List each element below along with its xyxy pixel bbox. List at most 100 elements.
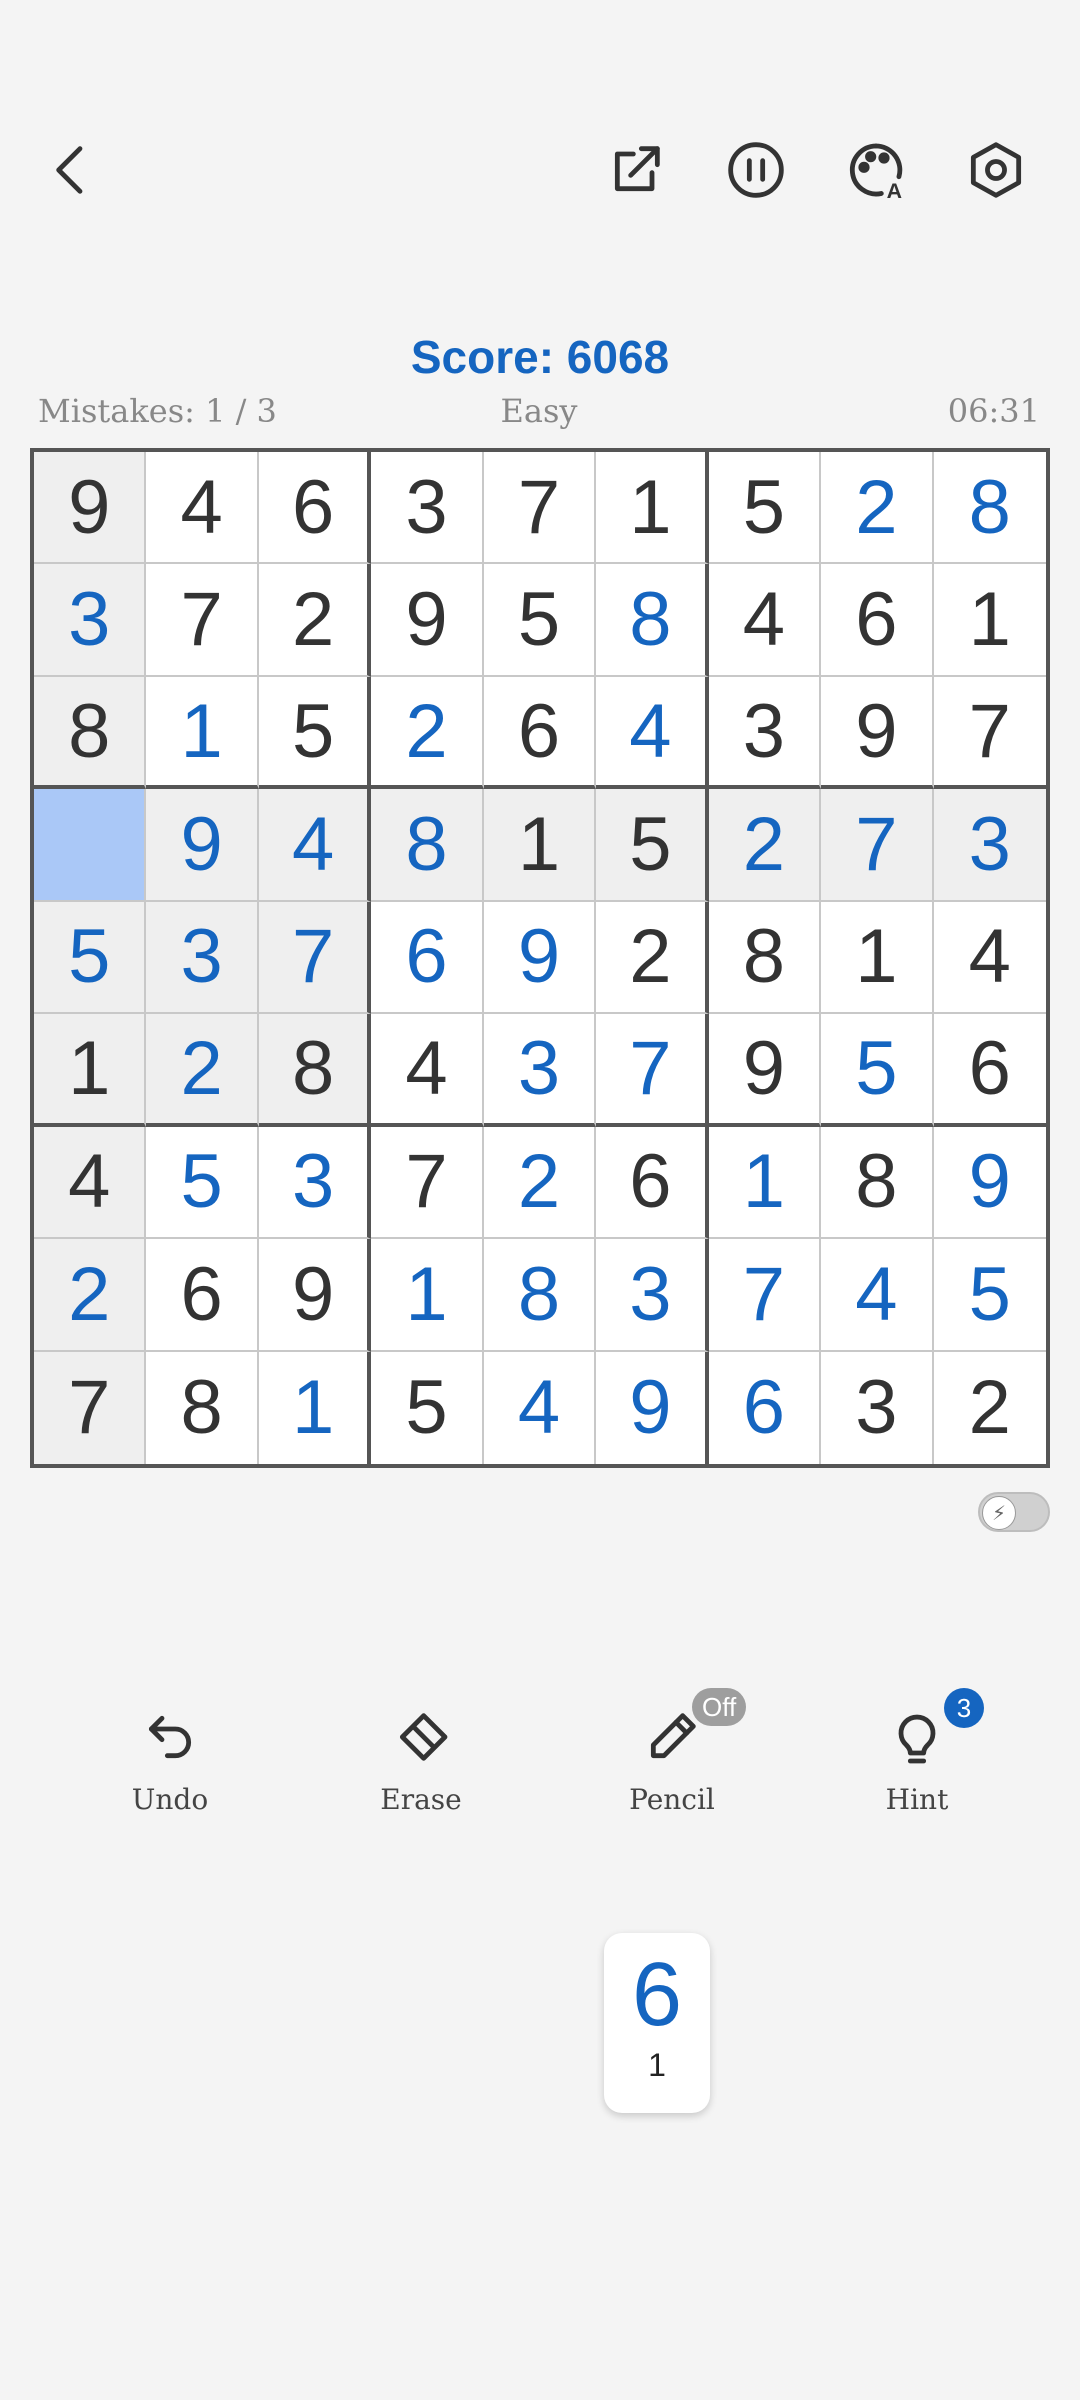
sudoku-cell-r6c7[interactable]: 9 — [708, 1014, 822, 1127]
sudoku-cell-r2c2[interactable]: 7 — [146, 564, 259, 677]
undo-button[interactable]: Undo — [90, 1705, 250, 1845]
theme-button[interactable]: A — [836, 130, 916, 210]
number-key-digit: 6 — [631, 1945, 683, 2045]
sudoku-cell-r8c8[interactable]: 4 — [821, 1239, 934, 1352]
sudoku-cell-r5c7[interactable]: 8 — [708, 901, 822, 1015]
sudoku-cell-r9c1[interactable]: 7 — [34, 1351, 147, 1464]
sudoku-cell-r5c5[interactable]: 9 — [483, 901, 597, 1015]
sudoku-cell-r6c3[interactable]: 8 — [258, 1014, 372, 1127]
sudoku-cell-r7c6[interactable]: 6 — [596, 1126, 709, 1240]
sudoku-cell-r9c7[interactable]: 6 — [708, 1351, 822, 1464]
sudoku-cell-r1c1[interactable]: 9 — [34, 452, 147, 565]
sudoku-cell-r8c1[interactable]: 2 — [34, 1239, 147, 1352]
sudoku-cell-r2c1[interactable]: 3 — [34, 564, 147, 677]
sudoku-cell-r7c8[interactable]: 8 — [821, 1126, 934, 1240]
sudoku-cell-r4c9[interactable]: 3 — [933, 789, 1046, 902]
sudoku-cell-r9c9[interactable]: 2 — [933, 1351, 1046, 1464]
sudoku-cell-r5c3[interactable]: 7 — [258, 901, 372, 1015]
sudoku-cell-r2c4[interactable]: 9 — [371, 564, 484, 677]
sudoku-cell-r8c2[interactable]: 6 — [146, 1239, 259, 1352]
undo-icon — [148, 1715, 192, 1759]
sudoku-cell-r6c9[interactable]: 6 — [933, 1014, 1046, 1127]
sudoku-cell-r3c6[interactable]: 4 — [596, 676, 709, 790]
sudoku-cell-r5c1[interactable]: 5 — [34, 901, 147, 1015]
sudoku-cell-r4c2[interactable]: 9 — [146, 789, 259, 902]
sudoku-cell-r6c8[interactable]: 5 — [821, 1014, 934, 1127]
hint-button[interactable]: Hint — [837, 1705, 997, 1845]
sudoku-cell-r5c6[interactable]: 2 — [596, 901, 709, 1015]
sudoku-cell-r3c9[interactable]: 7 — [933, 676, 1046, 790]
sudoku-cell-r7c9[interactable]: 9 — [933, 1126, 1046, 1240]
sudoku-cell-r7c5[interactable]: 2 — [483, 1126, 597, 1240]
sudoku-cell-r5c4[interactable]: 6 — [371, 901, 484, 1015]
sudoku-cell-r4c5[interactable]: 1 — [483, 789, 597, 902]
sudoku-cell-r2c8[interactable]: 6 — [821, 564, 934, 677]
sudoku-cell-r7c1[interactable]: 4 — [34, 1126, 147, 1240]
sudoku-cell-r5c8[interactable]: 1 — [821, 901, 934, 1015]
sudoku-cell-r3c1[interactable]: 8 — [34, 676, 147, 790]
sudoku-cell-r4c7[interactable]: 2 — [708, 789, 822, 902]
sudoku-cell-r2c5[interactable]: 5 — [483, 564, 597, 677]
sudoku-cell-r7c7[interactable]: 1 — [708, 1126, 822, 1240]
pause-button[interactable] — [716, 130, 796, 210]
sudoku-cell-r4c6[interactable]: 5 — [596, 789, 709, 902]
sudoku-cell-r2c3[interactable]: 2 — [258, 564, 372, 677]
number-key-6[interactable]: 6 1 — [604, 1933, 710, 2113]
share-button[interactable] — [596, 130, 676, 210]
sudoku-cell-r3c2[interactable]: 1 — [146, 676, 259, 790]
sudoku-cell-r1c4[interactable]: 3 — [371, 452, 484, 565]
sudoku-cell-r6c5[interactable]: 3 — [483, 1014, 597, 1127]
sudoku-cell-r1c2[interactable]: 4 — [146, 452, 259, 565]
settings-button[interactable] — [956, 130, 1036, 210]
lightbulb-icon — [898, 1714, 936, 1764]
sudoku-cell-r8c6[interactable]: 3 — [596, 1239, 709, 1352]
sudoku-cell-r8c5[interactable]: 8 — [483, 1239, 597, 1352]
sudoku-cell-r1c9[interactable]: 8 — [933, 452, 1046, 565]
sudoku-cell-r3c7[interactable]: 3 — [708, 676, 822, 790]
pause-circle-icon — [728, 142, 784, 198]
pencil-label: Pencil — [629, 1783, 715, 1816]
sudoku-cell-r3c5[interactable]: 6 — [483, 676, 597, 790]
sudoku-cell-r9c4[interactable]: 5 — [371, 1351, 484, 1464]
sudoku-cell-r7c3[interactable]: 3 — [258, 1126, 372, 1240]
sudoku-cell-r1c8[interactable]: 2 — [821, 452, 934, 565]
sudoku-cell-r2c9[interactable]: 1 — [933, 564, 1046, 677]
fast-mode-toggle[interactable]: ⚡ — [978, 1492, 1050, 1532]
sudoku-cell-r1c6[interactable]: 1 — [596, 452, 709, 565]
sudoku-cell-r9c3[interactable]: 1 — [258, 1351, 372, 1464]
sudoku-cell-r5c2[interactable]: 3 — [146, 901, 259, 1015]
sudoku-cell-r8c9[interactable]: 5 — [933, 1239, 1046, 1352]
sudoku-cell-r8c7[interactable]: 7 — [708, 1239, 822, 1352]
hint-count-badge: 3 — [944, 1688, 984, 1728]
sudoku-cell-r7c2[interactable]: 5 — [146, 1126, 259, 1240]
external-link-icon — [614, 146, 660, 192]
sudoku-cell-r4c8[interactable]: 7 — [821, 789, 934, 902]
sudoku-cell-r2c7[interactable]: 4 — [708, 564, 822, 677]
sudoku-cell-r5c9[interactable]: 4 — [933, 901, 1046, 1015]
sudoku-cell-r7c4[interactable]: 7 — [371, 1126, 484, 1240]
sudoku-cell-r8c4[interactable]: 1 — [371, 1239, 484, 1352]
sudoku-cell-r6c6[interactable]: 7 — [596, 1014, 709, 1127]
sudoku-cell-r9c2[interactable]: 8 — [146, 1351, 259, 1464]
sudoku-cell-r4c4[interactable]: 8 — [371, 789, 484, 902]
sudoku-cell-r3c8[interactable]: 9 — [821, 676, 934, 790]
sudoku-cell-r8c3[interactable]: 9 — [258, 1239, 372, 1352]
sudoku-cell-r2c6[interactable]: 8 — [596, 564, 709, 677]
sudoku-cell-r3c4[interactable]: 2 — [371, 676, 484, 790]
sudoku-cell-r4c3[interactable]: 4 — [258, 789, 372, 902]
erase-button[interactable]: Erase — [341, 1705, 501, 1845]
sudoku-cell-r9c6[interactable]: 9 — [596, 1351, 709, 1464]
back-button[interactable] — [32, 130, 112, 210]
sudoku-cell-r6c4[interactable]: 4 — [371, 1014, 484, 1127]
sudoku-cell-r3c3[interactable]: 5 — [258, 676, 372, 790]
sudoku-cell-r9c5[interactable]: 4 — [483, 1351, 597, 1464]
sudoku-cell-r6c1[interactable]: 1 — [34, 1014, 147, 1127]
sudoku-board: 9463715283729584618152643979481527353769… — [30, 448, 1050, 1468]
sudoku-cell-r1c3[interactable]: 6 — [258, 452, 372, 565]
sudoku-cell-r1c7[interactable]: 5 — [708, 452, 822, 565]
sudoku-cell-r6c2[interactable]: 2 — [146, 1014, 259, 1127]
sudoku-cell-r1c5[interactable]: 7 — [483, 452, 597, 565]
sudoku-cell-r4c1[interactable] — [34, 789, 147, 902]
sudoku-cell-r9c8[interactable]: 3 — [821, 1351, 934, 1464]
pencil-button[interactable]: Pencil — [592, 1705, 752, 1845]
